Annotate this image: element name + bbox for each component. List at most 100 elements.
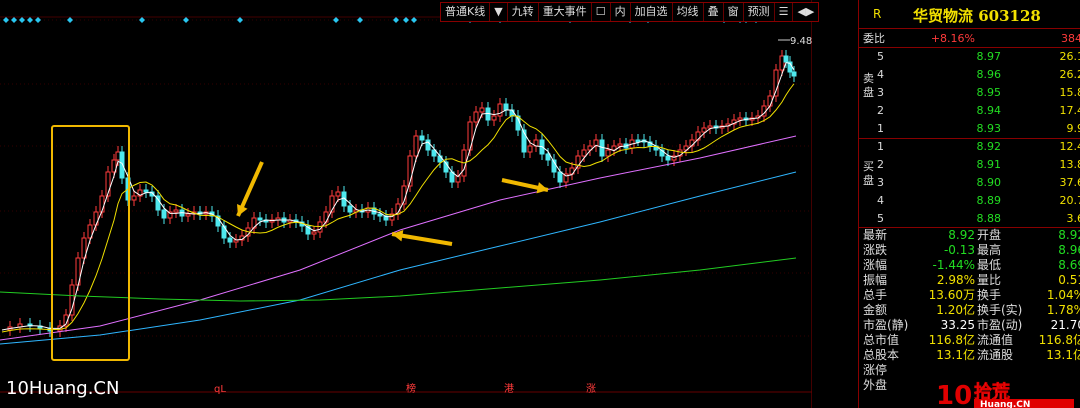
- bottom-marker-3: 涨: [586, 383, 596, 395]
- candle-body: [701, 127, 707, 133]
- event-marker-icon: [403, 17, 409, 23]
- bid-level: 5: [877, 212, 884, 225]
- stat-value: 13.60万: [928, 288, 975, 302]
- stat-value: 0.51: [1058, 273, 1080, 287]
- ask-level: 4: [877, 68, 884, 81]
- ask-volume: 26.2万: [1059, 68, 1080, 81]
- stats-row: 总股本13.1亿流通股13.1亿: [859, 348, 1080, 363]
- toolbar-item-1[interactable]: ▼: [490, 3, 508, 21]
- event-marker-icon: [35, 17, 41, 23]
- bid-price: 8.91: [976, 158, 1002, 171]
- logo-domain: Huang.CN: [980, 400, 1030, 408]
- bid-level: 3: [877, 176, 884, 189]
- ask-row[interactable]: 2 8.94 17.4万: [859, 102, 1080, 119]
- toolbar-item-12[interactable]: ◀▶: [793, 3, 818, 21]
- bid-level: 1: [877, 140, 884, 153]
- toolbar-item-10[interactable]: 预测: [744, 3, 775, 21]
- toolbar-item-7[interactable]: 均线: [673, 3, 704, 21]
- event-marker-icon: [411, 17, 417, 23]
- stat-key: 最新: [863, 228, 888, 242]
- stat-value: 1.04%: [1046, 288, 1080, 302]
- ask-price: 8.95: [976, 86, 1002, 99]
- stats-row: 振幅 2.98%量比 0.51: [859, 273, 1080, 288]
- candle-body: [581, 149, 587, 157]
- bid-row[interactable]: 5 8.88 3.6万: [859, 210, 1080, 227]
- toolbar-item-0[interactable]: 普通K线: [441, 3, 491, 21]
- stats-row: 总手 13.60万换手 1.04%: [859, 288, 1080, 303]
- stat-key: 总市值: [863, 333, 900, 347]
- stat-key: 总手: [863, 288, 888, 302]
- candle-body: [479, 107, 485, 113]
- stat-key: 量比: [977, 273, 1002, 287]
- candle-body: [347, 205, 353, 213]
- stats-row: 涨跌 -0.13最高 8.96: [859, 243, 1080, 258]
- stat-key: 流通值: [977, 333, 1014, 347]
- ask-level: 1: [877, 122, 884, 135]
- stat-key: 市盈(静): [863, 318, 909, 332]
- stat-value: 8.69: [1058, 258, 1080, 272]
- candle-body: [173, 209, 179, 213]
- event-marker-icon: [333, 17, 339, 23]
- toolbar-item-9[interactable]: 窗: [724, 3, 744, 21]
- candle-body: [161, 209, 167, 219]
- ask-price: 8.96: [976, 68, 1002, 81]
- bid-price: 8.90: [976, 176, 1002, 189]
- toolbar-item-4[interactable]: ☐: [592, 3, 611, 21]
- bid-volume: 12.4万: [1059, 140, 1080, 153]
- toolbar-item-6[interactable]: 加自选: [631, 3, 673, 21]
- candle-body: [221, 225, 227, 239]
- stat-value: -0.13: [943, 243, 975, 257]
- candle-body: [119, 151, 125, 179]
- bid-row[interactable]: 4 8.89 20.7万: [859, 192, 1080, 209]
- bid-row[interactable]: 1 8.92 12.4万: [859, 138, 1080, 155]
- toolbar-item-2[interactable]: 九转: [508, 3, 539, 21]
- stat-value: 1.20亿: [936, 303, 975, 317]
- candle-body: [605, 149, 611, 157]
- candle-body: [503, 103, 509, 111]
- kline-chart[interactable]: 9.808.747.676.595.534.479.48qL榜港涨: [0, 0, 812, 408]
- candle-body: [227, 237, 233, 243]
- event-marker-icon: [67, 17, 73, 23]
- stat-key: 外盘: [863, 378, 888, 392]
- bid-price: 8.92: [976, 140, 1002, 153]
- bid-row[interactable]: 2 8.91 13.8万: [859, 156, 1080, 173]
- candle-body: [419, 135, 425, 141]
- bid-row[interactable]: 3 8.90 37.6万: [859, 174, 1080, 191]
- stats-row: 金额 1.20亿换手(实) 1.78%: [859, 303, 1080, 318]
- candle-body: [437, 155, 443, 163]
- stock-name[interactable]: 华贸物流 603128: [913, 5, 1041, 26]
- ask-row[interactable]: 1 8.93 9.9万: [859, 120, 1080, 137]
- ask-row[interactable]: 4 8.96 26.2万: [859, 66, 1080, 83]
- stat-key: 涨跌: [863, 243, 888, 257]
- stat-value: 13.1亿: [936, 348, 975, 362]
- candle-body: [377, 213, 383, 217]
- toolbar-item-8[interactable]: 叠: [704, 3, 724, 21]
- ask-level: 2: [877, 104, 884, 117]
- ask-price: 8.97: [976, 50, 1002, 63]
- toolbar-item-11[interactable]: ☰: [775, 3, 794, 21]
- stat-value: 1.78%: [1046, 303, 1080, 317]
- candle-body: [131, 195, 137, 201]
- ask-level: 5: [877, 50, 884, 63]
- stats-row: 市盈(静) 33.25市盈(动) 21.70: [859, 318, 1080, 333]
- event-marker-icon: [11, 17, 17, 23]
- candle-body: [791, 71, 797, 77]
- bid-volume: 20.7万: [1059, 194, 1080, 207]
- candle-body: [779, 55, 785, 71]
- stock-title: R 华贸物流 603128: [859, 3, 1080, 27]
- chart-toolbar: 普通K线 ▼ 九转 重大事件 ☐ 内加自选 均线叠窗预测 ☰ ◀▶: [440, 2, 820, 22]
- stat-key: 金额: [863, 303, 888, 317]
- ask-row[interactable]: 3 8.95 15.8万: [859, 84, 1080, 101]
- ask-row[interactable]: 5 8.97 26.1万: [859, 48, 1080, 65]
- bid-volume: 3.6万: [1066, 212, 1080, 225]
- stat-value: 8.92: [948, 228, 975, 242]
- toolbar-item-3[interactable]: 重大事件: [539, 3, 592, 21]
- stat-value: 116.8亿: [1038, 333, 1080, 347]
- stats-row: 总市值116.8亿流通值116.8亿: [859, 333, 1080, 348]
- candle-body: [93, 211, 99, 226]
- candle-body: [413, 135, 419, 157]
- candle-body: [617, 143, 623, 147]
- toolbar-item-5[interactable]: 内: [611, 3, 631, 21]
- candle-body: [767, 95, 773, 107]
- ask-volume: 17.4万: [1059, 104, 1080, 117]
